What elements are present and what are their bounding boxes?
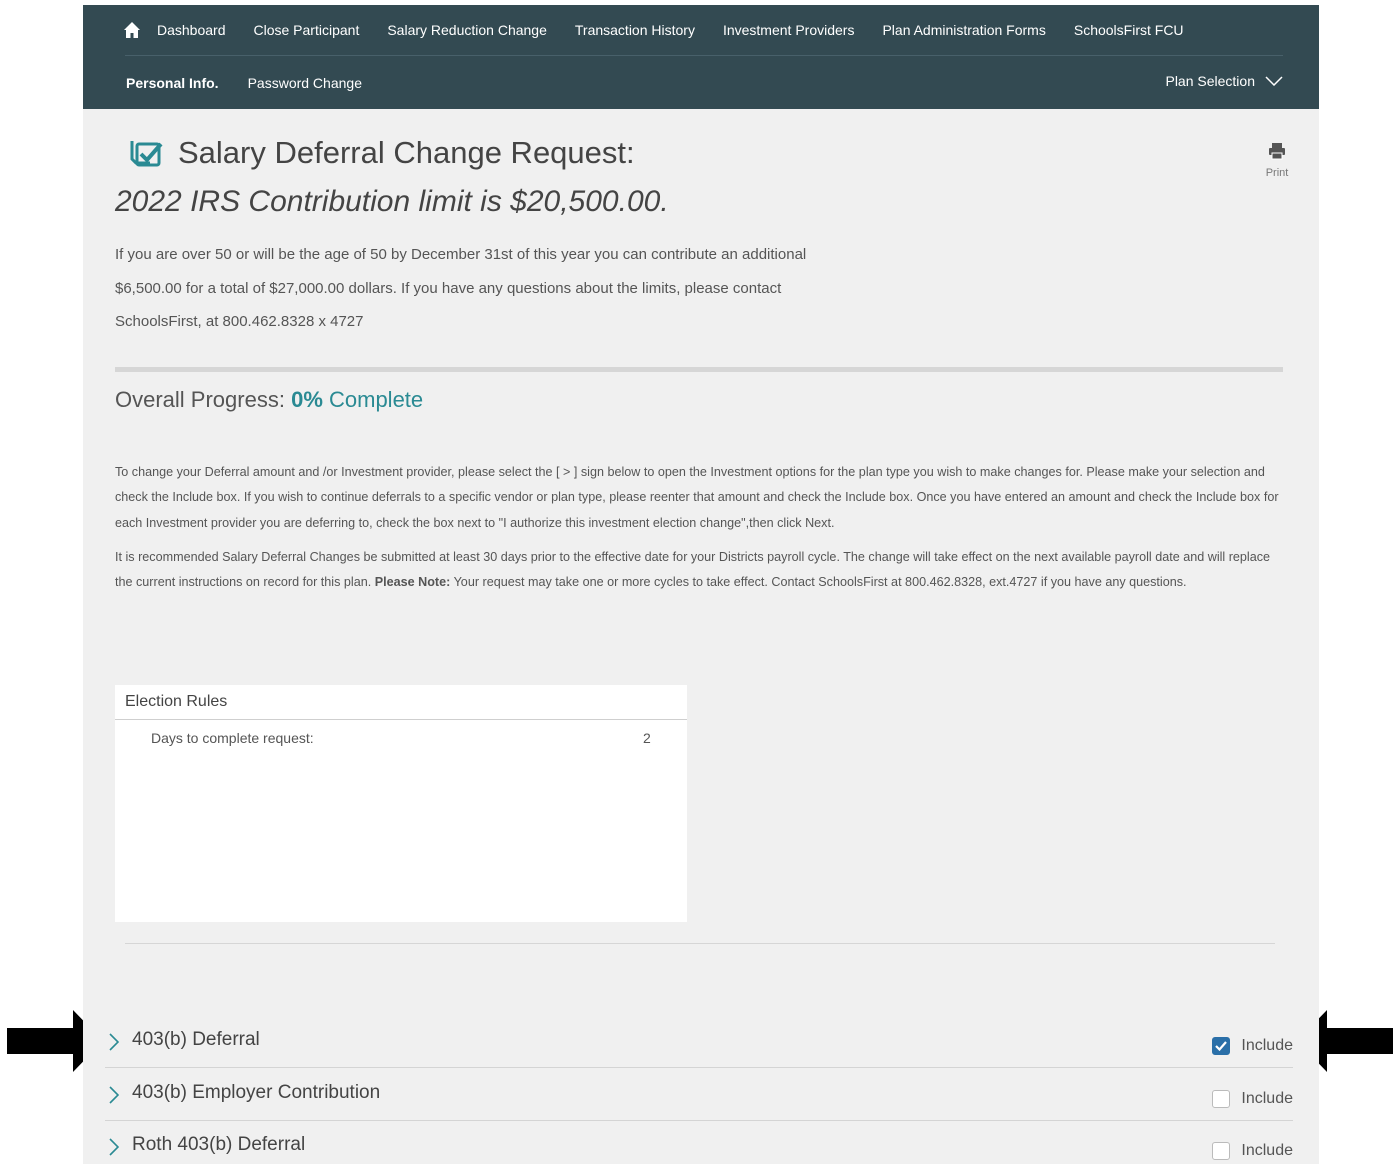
chevron-right-icon[interactable] — [109, 1033, 119, 1051]
plan-name[interactable]: 403(b) Employer Contribution — [132, 1082, 380, 1104]
plan-name[interactable]: 403(b) Deferral — [132, 1029, 260, 1051]
include-label: Include — [1241, 1037, 1293, 1054]
instructions-paragraph-1: To change your Deferral amount and /or I… — [115, 465, 1279, 530]
nav-schoolsfirst-fcu[interactable]: SchoolsFirst FCU — [1074, 22, 1184, 38]
nav-personal-info[interactable]: Personal Info. — [126, 75, 219, 91]
contribution-limit-heading: 2022 IRS Contribution limit is $20,500.0… — [115, 185, 669, 218]
days-to-complete-value: 2 — [643, 730, 651, 746]
intro-line: If you are over 50 or will be the age of… — [115, 246, 807, 263]
progress-percent: 0% — [291, 387, 323, 412]
checkbox-unchecked[interactable] — [1212, 1090, 1231, 1108]
page-title-row: Salary Deferral Change Request: — [128, 135, 635, 171]
please-note-label: Please Note: — [374, 575, 451, 590]
overall-progress: Overall Progress: 0% Complete — [115, 387, 423, 413]
intro-text: If you are over 50 or will be the age of… — [115, 238, 895, 339]
plan-row-403b-employer-contribution: 403(b) Employer Contribution Include — [105, 1068, 1293, 1121]
app-frame: Dashboard Close Participant Salary Reduc… — [83, 5, 1319, 1164]
days-to-complete-label: Days to complete request: — [151, 730, 314, 746]
plan-name[interactable]: Roth 403(b) Deferral — [132, 1134, 305, 1156]
nav-secondary-row: Personal Info. Password Change — [126, 61, 391, 105]
nav-password-change[interactable]: Password Change — [248, 75, 362, 91]
plan-row-403b-deferral: 403(b) Deferral Include — [105, 1015, 1293, 1068]
chevron-right-icon[interactable] — [109, 1138, 119, 1156]
days-to-complete-row: Days to complete request: 2 — [115, 720, 687, 746]
intro-line: $6,500.00 for a total of $27,000.00 doll… — [115, 279, 782, 297]
progress-label: Overall Progress: — [115, 387, 285, 412]
instructions-paragraph-2: It is recommended Salary Deferral Change… — [115, 545, 1290, 596]
instructions: To change your Deferral amount and /or I… — [115, 460, 1290, 604]
page-title: Salary Deferral Change Request: — [178, 135, 635, 170]
plan-selection-label: Plan Selection — [1165, 73, 1255, 89]
intro-line: SchoolsFirst, at 800.462.8328 x 4727 — [115, 313, 364, 330]
include-label: Include — [1241, 1142, 1293, 1159]
print-label: Print — [1265, 167, 1289, 179]
home-icon[interactable] — [123, 21, 141, 39]
top-navigation: Dashboard Close Participant Salary Reduc… — [83, 5, 1319, 109]
election-rules-panel: Election Rules Days to complete request:… — [115, 685, 687, 922]
nav-divider — [125, 55, 1283, 56]
nav-transaction-history[interactable]: Transaction History — [575, 22, 695, 38]
plan-selection-dropdown[interactable]: Plan Selection — [1165, 73, 1283, 89]
checkbox-checked[interactable] — [1212, 1037, 1231, 1055]
include-label: Include — [1241, 1090, 1293, 1107]
include-checkbox-roth-403b-deferral[interactable]: Include — [1212, 1142, 1293, 1160]
nav-plan-administration-forms[interactable]: Plan Administration Forms — [882, 22, 1045, 38]
election-rules-header: Election Rules — [115, 685, 687, 720]
nav-dashboard[interactable]: Dashboard — [157, 22, 226, 38]
section-divider — [115, 367, 1283, 372]
checkbox-unchecked[interactable] — [1212, 1142, 1231, 1160]
checklist-icon — [130, 141, 163, 167]
nav-primary-row: Dashboard Close Participant Salary Reduc… — [123, 5, 1212, 55]
chevron-right-icon[interactable] — [109, 1086, 119, 1104]
chevron-down-icon — [1265, 76, 1283, 86]
section-divider — [125, 943, 1275, 944]
progress-suffix: Complete — [329, 387, 424, 412]
printer-icon — [1269, 143, 1285, 160]
nav-salary-reduction-change[interactable]: Salary Reduction Change — [387, 22, 547, 38]
print-button[interactable]: Print — [1261, 142, 1293, 179]
include-checkbox-403b-employer-contribution[interactable]: Include — [1212, 1090, 1293, 1108]
check-icon — [1215, 1041, 1228, 1051]
nav-close-participant[interactable]: Close Participant — [254, 22, 360, 38]
nav-investment-providers[interactable]: Investment Providers — [723, 22, 855, 38]
include-checkbox-403b-deferral[interactable]: Include — [1212, 1037, 1293, 1055]
instructions-text: Your request may take one or more cycles… — [450, 575, 1187, 590]
plan-row-roth-403b-deferral: Roth 403(b) Deferral Include — [105, 1120, 1293, 1172]
